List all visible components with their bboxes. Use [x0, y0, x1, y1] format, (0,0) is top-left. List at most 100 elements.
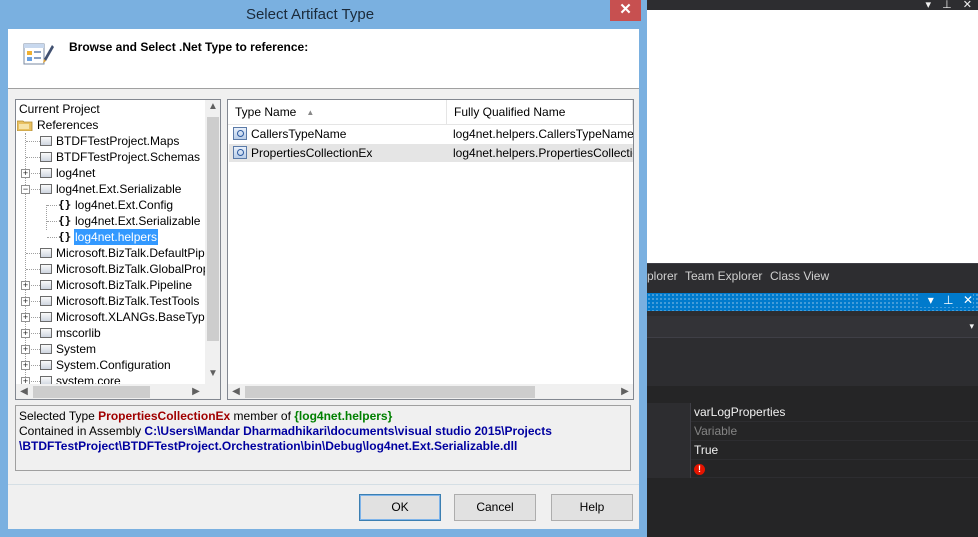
assembly-icon	[40, 296, 52, 306]
expand-icon[interactable]: +	[21, 361, 30, 370]
property-value: Variable	[694, 424, 738, 438]
tree-item-assembly[interactable]: Microsoft.BizTalk.GlobalProp	[16, 261, 209, 277]
scroll-right-icon[interactable]: ▶	[617, 386, 633, 397]
tab-class-view[interactable]: Class View	[770, 269, 829, 283]
tree-guide-line	[31, 381, 40, 382]
tree-item-label: mscorlib	[56, 326, 101, 340]
tree-item-assembly[interactable]: + mscorlib	[16, 325, 204, 341]
property-row[interactable]: varLogProperties	[647, 403, 978, 422]
tree-item-references[interactable]: References	[16, 117, 204, 133]
collapse-icon[interactable]: −	[21, 185, 30, 194]
selection-info: Selected Type PropertiesCollectionEx mem…	[15, 405, 631, 471]
help-button[interactable]: Help	[551, 494, 633, 521]
expand-icon[interactable]: +	[21, 313, 30, 322]
property-row[interactable]: Variable	[647, 422, 978, 441]
scroll-right-icon[interactable]: ▶	[188, 386, 204, 397]
column-header-fully-qualified-name[interactable]: Fully Qualified Name	[447, 100, 633, 125]
column-header-type-name[interactable]: Type Name ▲	[228, 100, 447, 125]
tree-item-label: References	[37, 118, 99, 132]
scroll-thumb[interactable]	[207, 117, 219, 341]
tab-solution-explorer[interactable]: plorer	[647, 269, 678, 283]
assembly-icon	[40, 248, 52, 258]
scroll-left-icon[interactable]: ◀	[228, 386, 244, 397]
assembly-icon	[40, 152, 52, 162]
browse-type-icon	[23, 43, 54, 65]
tab-team-explorer[interactable]: Team Explorer	[685, 269, 762, 283]
tree-item-assembly[interactable]: + System.Configuration	[16, 357, 204, 373]
tree-item-assembly[interactable]: BTDFTestProject.Schemas	[16, 149, 204, 165]
tree-item-current-project[interactable]: Current Project	[16, 101, 204, 117]
tree-vertical-scrollbar[interactable]: ▲ ▼	[205, 100, 220, 384]
assembly-path: \BTDFTestProject\BTDFTestProject.Orchest…	[19, 439, 518, 453]
select-artifact-type-dialog: Select Artifact Type ✕ Browse and Select…	[0, 0, 647, 537]
scroll-left-icon[interactable]: ◀	[16, 386, 32, 397]
tree-item-label: log4net	[56, 166, 96, 180]
namespace-icon: {}	[58, 214, 72, 227]
tree-item-assembly[interactable]: BTDFTestProject.Maps	[16, 133, 204, 149]
tree-item-label: log4net.Ext.Serializable	[56, 182, 182, 196]
tree-horizontal-scrollbar[interactable]: ◀ ▶	[16, 384, 205, 399]
tree-guide-line	[31, 365, 40, 366]
ok-button[interactable]: OK	[359, 494, 441, 521]
tree-item-label: Microsoft.BizTalk.DefaultPip	[56, 246, 205, 260]
type-list[interactable]: Type Name ▲ Fully Qualified Name CallersT…	[227, 99, 634, 400]
tree-guide-line	[26, 269, 40, 270]
tree-item-label: System.Configuration	[56, 358, 171, 372]
list-item[interactable]: CallersTypeName log4net.helpers.CallersT…	[229, 125, 633, 143]
list-horizontal-scrollbar[interactable]: ◀ ▶	[228, 384, 633, 399]
expand-icon[interactable]: +	[21, 345, 30, 354]
tree-item-label: log4net.Ext.Serializable	[75, 214, 201, 228]
type-name: PropertiesCollectionEx	[251, 146, 373, 160]
close-button[interactable]: ✕	[610, 0, 641, 21]
scroll-down-icon[interactable]: ▼	[205, 368, 220, 379]
tree-item-assembly[interactable]: + System	[16, 341, 204, 357]
expand-icon[interactable]: +	[21, 297, 30, 306]
tree-guide-line	[31, 349, 40, 350]
tree-item-assembly[interactable]: + log4net	[16, 165, 204, 181]
info-label: Selected Type	[19, 409, 99, 423]
property-row[interactable]: True	[647, 441, 978, 460]
pin-icon[interactable]: ⊥	[943, 293, 953, 307]
assembly-icon	[40, 376, 52, 384]
scroll-thumb[interactable]	[245, 386, 535, 398]
expand-icon[interactable]: +	[21, 281, 30, 290]
assembly-icon	[40, 344, 52, 354]
ide-document-area	[647, 10, 978, 264]
tree-guide-line	[31, 317, 40, 318]
tree-item-namespace[interactable]: {} log4net.Ext.Serializable	[16, 213, 204, 229]
scroll-thumb[interactable]	[33, 386, 150, 398]
expand-icon[interactable]: +	[21, 329, 30, 338]
close-icon[interactable]: ✕	[963, 293, 973, 307]
tree-guide-line	[47, 221, 57, 222]
info-label: Contained in Assembly	[19, 424, 145, 438]
tree-item-assembly[interactable]: Microsoft.BizTalk.DefaultPip	[16, 245, 205, 261]
tree-item-assembly[interactable]: + Microsoft.XLANGs.BaseType	[16, 309, 211, 325]
namespace-tree[interactable]: Current Project References BTDFTestProje…	[15, 99, 221, 400]
tree-item-namespace-selected[interactable]: {} log4net.helpers	[16, 229, 204, 245]
dropdown-icon[interactable]: ▾	[928, 293, 934, 307]
expand-icon[interactable]: +	[21, 377, 30, 384]
property-key	[647, 441, 690, 460]
tree-guide-line	[31, 189, 40, 190]
scroll-up-icon[interactable]: ▲	[205, 101, 220, 112]
divider	[8, 484, 639, 485]
tree-item-assembly[interactable]: + system.core	[16, 373, 204, 384]
expand-icon[interactable]: +	[21, 169, 30, 178]
tree-item-label: log4net.helpers	[74, 229, 159, 245]
dialog-titlebar[interactable]: Select Artifact Type ✕	[0, 0, 647, 29]
tree-guide-line	[47, 237, 57, 238]
tree-item-assembly[interactable]: + Microsoft.BizTalk.TestTools	[16, 293, 204, 309]
tree-item-assembly[interactable]: − log4net.Ext.Serializable	[16, 181, 204, 197]
properties-object-selector[interactable]: ▾	[647, 316, 978, 338]
assembly-icon	[40, 312, 52, 322]
tree-item-namespace[interactable]: {} log4net.Ext.Config	[16, 197, 204, 213]
cancel-button[interactable]: Cancel	[454, 494, 536, 521]
assembly-icon	[40, 328, 52, 338]
info-label: member of	[230, 409, 295, 423]
tree-item-label: log4net.Ext.Config	[75, 198, 174, 212]
selected-type-name: PropertiesCollectionEx	[98, 409, 231, 423]
property-row[interactable]: !	[647, 459, 978, 478]
property-value: True	[694, 443, 719, 457]
tree-item-assembly[interactable]: + Microsoft.BizTalk.Pipeline	[16, 277, 204, 293]
list-item-selected[interactable]: PropertiesCollectionEx log4net.helpers.P…	[229, 144, 633, 162]
